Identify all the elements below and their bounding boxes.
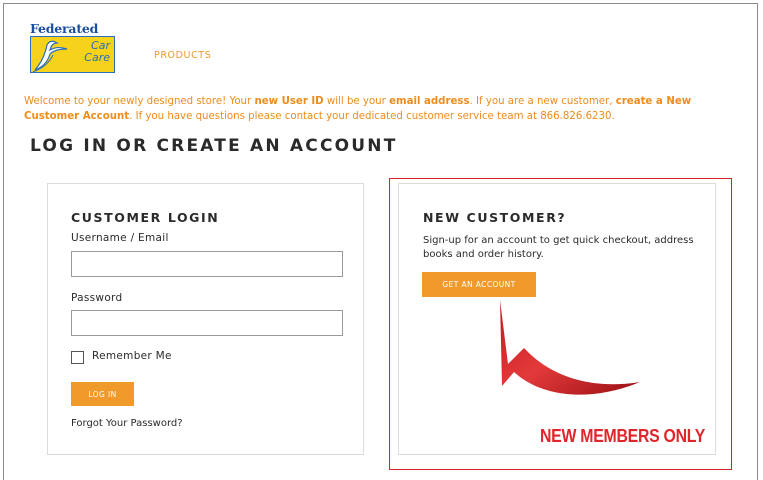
log-in-button[interactable]: LOG IN [71,382,134,406]
customer-login-panel: CUSTOMER LOGIN Username / Email Password… [47,183,364,455]
nav-products-link[interactable]: PRODUCTS [154,50,211,61]
password-input[interactable] [71,310,343,336]
logo-car-care-text: Car Care [84,40,110,64]
swoosh-bird-logo-icon [32,40,68,72]
new-members-only-annotation: NEW MEMBERS ONLY [540,426,706,446]
welcome-message: Welcome to your newly designed store! Yo… [24,94,744,124]
welcome-user-id-emphasis: new User ID [254,96,324,107]
page-title: LOG IN OR CREATE AN ACCOUNT [30,136,398,156]
logo-care-word: Care [84,51,110,64]
password-label: Password [71,292,123,304]
remember-me-checkbox[interactable] [71,351,84,364]
welcome-text-3: . If you are a new customer, [469,96,616,107]
welcome-email-emphasis: email address [389,96,470,107]
customer-login-title: CUSTOMER LOGIN [71,210,220,225]
logo-brand-text: Federated [30,21,99,36]
username-input[interactable] [71,251,343,277]
welcome-text-1: Welcome to your newly designed store! Yo… [24,96,255,107]
welcome-text-2: will be your [323,96,390,107]
welcome-text-4: . If you have questions please contact y… [129,111,615,122]
logo-badge: Car Care [30,36,115,73]
federated-car-care-logo[interactable]: Federated Car Care [30,22,115,74]
curved-arrow-icon [500,300,640,395]
remember-me-label[interactable]: Remember Me [92,350,172,362]
forgot-password-link[interactable]: Forgot Your Password? [71,418,183,429]
username-label: Username / Email [71,232,169,244]
